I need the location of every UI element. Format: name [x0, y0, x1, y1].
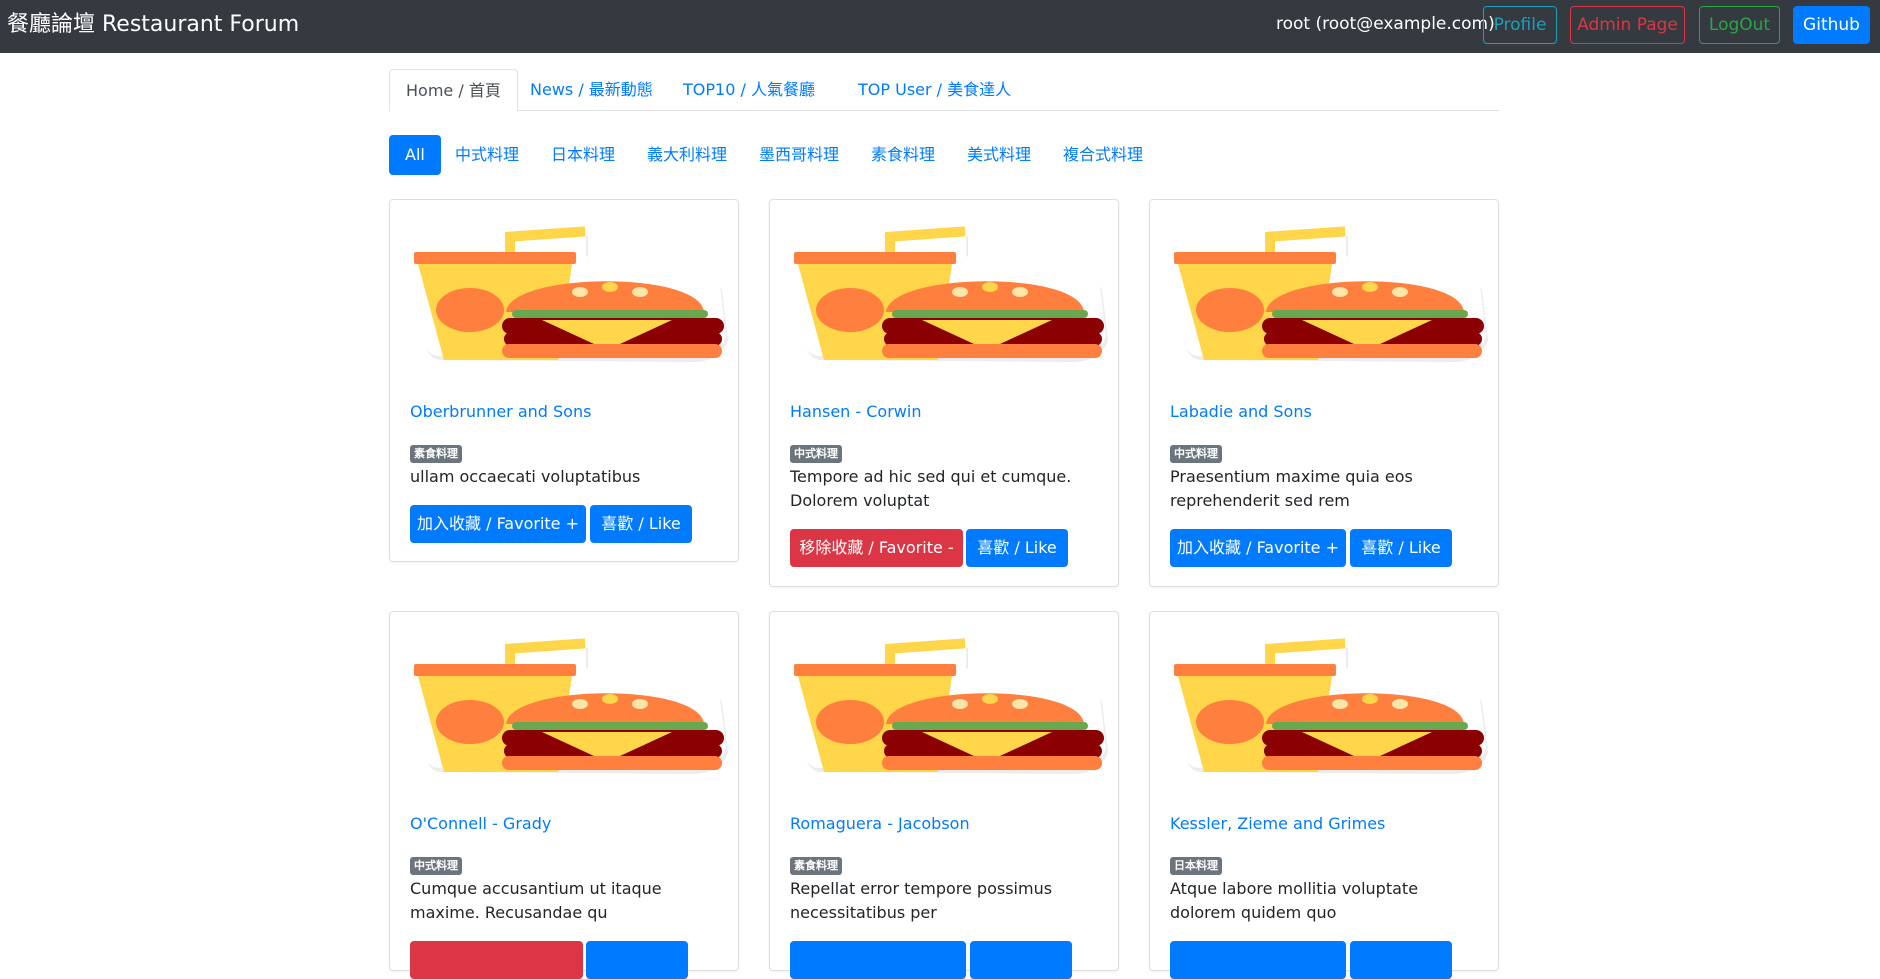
like-button[interactable]: 喜歡 / Like [590, 505, 692, 543]
category-badge: 中式料理 [410, 857, 462, 875]
category-american[interactable]: 美式料理 [951, 135, 1047, 175]
like-button[interactable] [970, 941, 1072, 979]
restaurant-description: Cumque accusantium ut itaque maxime. Rec… [410, 879, 662, 922]
restaurant-image[interactable] [782, 210, 1108, 370]
restaurant-image[interactable] [1162, 210, 1488, 370]
restaurant-image[interactable] [402, 622, 728, 782]
github-button[interactable]: Github [1793, 6, 1870, 44]
restaurant-card: O'Connell - Grady 中式料理 Cumque accusantiu… [389, 611, 739, 979]
site-brand[interactable]: 餐廳論壇 Restaurant Forum [7, 11, 299, 39]
logout-button[interactable]: LogOut [1699, 6, 1780, 44]
category-mexican[interactable]: 墨西哥料理 [743, 135, 855, 175]
category-badge: 日本料理 [1170, 857, 1222, 875]
remove-favorite-button[interactable] [410, 941, 583, 979]
restaurant-card: Kessler, Zieme and Grimes 日本料理 Atque lab… [1149, 611, 1499, 979]
like-button[interactable]: 喜歡 / Like [966, 529, 1068, 567]
add-favorite-button[interactable]: 加入收藏 / Favorite + [1170, 529, 1346, 567]
category-badge: 中式料理 [790, 445, 842, 463]
restaurant-name-link[interactable]: O'Connell - Grady [410, 814, 551, 834]
category-all[interactable]: All [389, 135, 441, 175]
restaurant-card: Oberbrunner and Sons 素食料理 ullam occaecat… [389, 199, 739, 562]
remove-favorite-button[interactable]: 移除收藏 / Favorite - [790, 529, 963, 567]
category-badge: 素食料理 [790, 857, 842, 875]
restaurant-name-link[interactable]: Hansen - Corwin [790, 402, 921, 422]
restaurant-name-link[interactable]: Oberbrunner and Sons [410, 402, 591, 422]
admin-page-button[interactable]: Admin Page [1570, 6, 1685, 44]
tab-news[interactable]: News / 最新動態 [514, 69, 669, 111]
category-badge: 中式料理 [1170, 445, 1222, 463]
category-badge: 素食料理 [410, 445, 462, 463]
add-favorite-button[interactable] [1170, 941, 1346, 979]
restaurant-image[interactable] [402, 210, 728, 370]
category-italian[interactable]: 義大利料理 [631, 135, 743, 175]
restaurant-description: Atque labore mollitia voluptate dolorem … [1170, 879, 1419, 922]
tab-top10[interactable]: TOP10 / 人氣餐廳 [667, 69, 831, 111]
category-japanese[interactable]: 日本料理 [535, 135, 631, 175]
category-fusion[interactable]: 複合式料理 [1047, 135, 1159, 175]
category-chinese[interactable]: 中式料理 [439, 135, 535, 175]
tab-top-user[interactable]: TOP User / 美食達人 [842, 69, 1027, 111]
add-favorite-button[interactable] [790, 941, 966, 979]
like-button[interactable]: 喜歡 / Like [1350, 529, 1452, 567]
restaurant-card: Romaguera - Jacobson 素食料理 Repellat error… [769, 611, 1119, 979]
top-navbar: 餐廳論壇 Restaurant Forum root (root@example… [0, 0, 1880, 53]
restaurant-name-link[interactable]: Romaguera - Jacobson [790, 814, 970, 834]
restaurant-description: Tempore ad hic sed qui et cumque. Dolore… [790, 467, 1072, 510]
restaurant-card: Hansen - Corwin 中式料理 Tempore ad hic sed … [769, 199, 1119, 587]
restaurant-image[interactable] [782, 622, 1108, 782]
like-button[interactable] [1350, 941, 1452, 979]
add-favorite-button[interactable]: 加入收藏 / Favorite + [410, 505, 586, 543]
restaurant-description: Praesentium maxime quia eos reprehenderi… [1170, 467, 1413, 510]
main-tabs: Home / 首頁 News / 最新動態 TOP10 / 人氣餐廳 TOP U… [389, 69, 1499, 112]
restaurant-card: Labadie and Sons 中式料理 Praesentium maxime… [1149, 199, 1499, 587]
restaurant-image[interactable] [1162, 622, 1488, 782]
category-vegetarian[interactable]: 素食料理 [855, 135, 951, 175]
restaurant-name-link[interactable]: Kessler, Zieme and Grimes [1170, 814, 1385, 834]
tab-home[interactable]: Home / 首頁 [389, 69, 518, 112]
restaurant-description: Repellat error tempore possimus necessit… [790, 879, 1053, 922]
restaurant-name-link[interactable]: Labadie and Sons [1170, 402, 1312, 422]
like-button[interactable] [586, 941, 688, 979]
current-user: root (root@example.com) [1276, 14, 1495, 34]
restaurant-description: ullam occaecati voluptatibus [410, 467, 641, 486]
profile-button[interactable]: Profile [1483, 6, 1557, 44]
